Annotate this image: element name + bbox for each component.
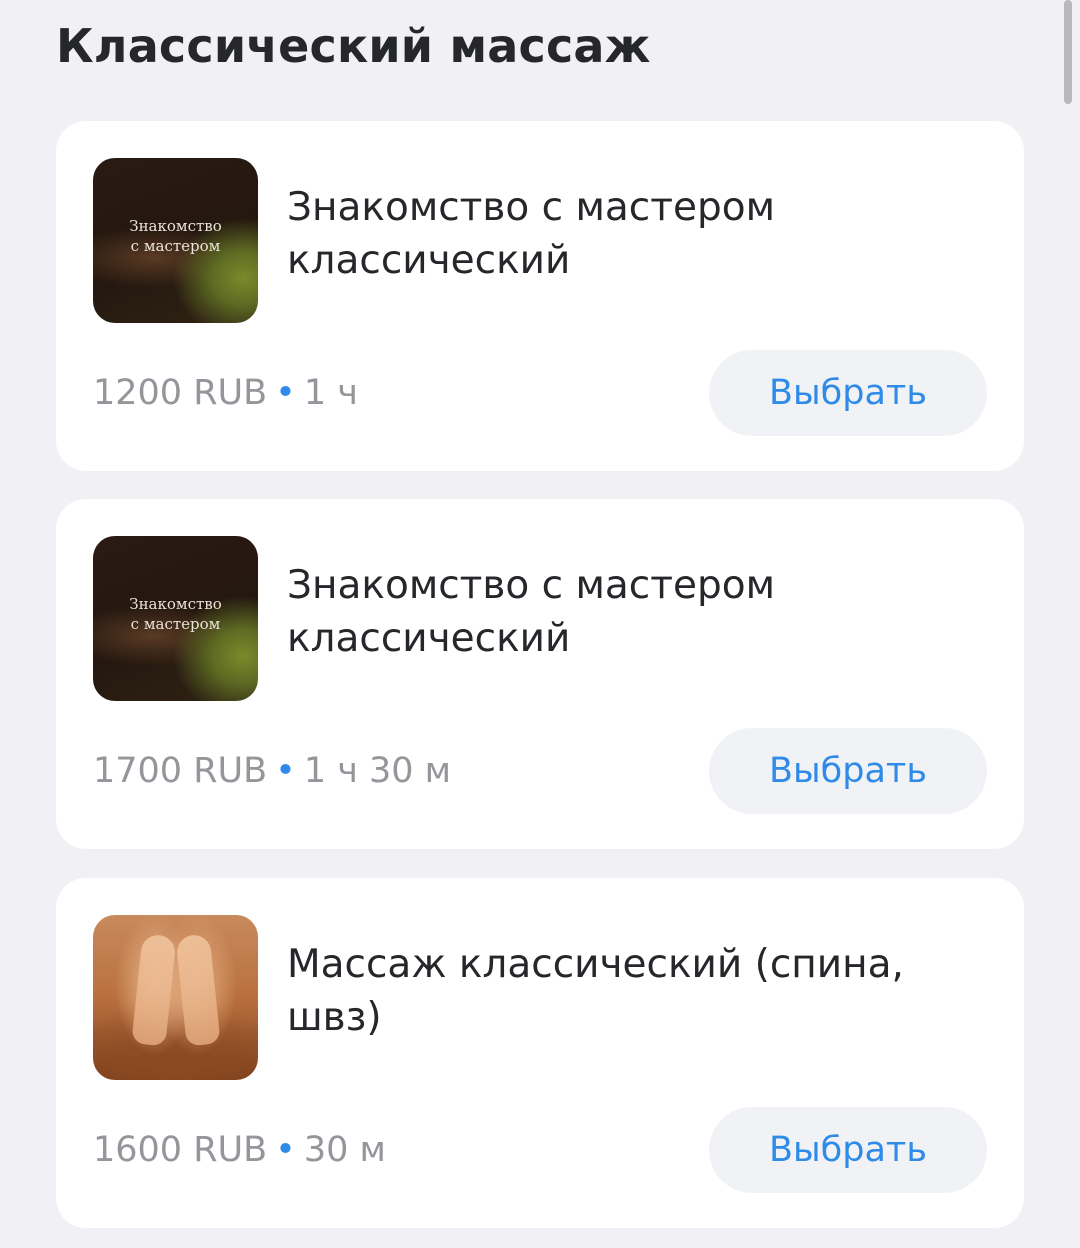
service-price: 1200 RUB: [93, 373, 268, 413]
choose-button[interactable]: Выбрать: [709, 728, 987, 814]
service-duration: 1 ч: [303, 373, 358, 413]
service-price: 1700 RUB: [93, 751, 268, 791]
section-title: Классический массаж: [56, 19, 651, 73]
service-card[interactable]: Массаж классический (спина, швз) 1600 RU…: [56, 878, 1024, 1228]
separator-dot: •: [275, 751, 296, 791]
service-meta: 1700 RUB • 1 ч 30 м: [93, 747, 451, 795]
thumbnail-caption: Знакомство с мастером: [129, 595, 222, 633]
service-price: 1600 RUB: [93, 1130, 268, 1170]
hand-shape: [131, 933, 177, 1047]
thumbnail-caption: Знакомство с мастером: [129, 217, 222, 255]
service-thumbnail: Знакомство с мастером: [93, 158, 258, 323]
service-name[interactable]: Массаж классический (спина, швз): [287, 938, 987, 1044]
service-thumbnail: [93, 915, 258, 1080]
hand-shape: [175, 933, 221, 1047]
separator-dot: •: [275, 373, 296, 413]
scrollbar[interactable]: [1064, 0, 1072, 104]
service-duration: 30 м: [303, 1130, 386, 1170]
service-card[interactable]: Знакомство с мастером Знакомство с масте…: [56, 121, 1024, 471]
service-thumbnail: Знакомство с мастером: [93, 536, 258, 701]
service-duration: 1 ч 30 м: [303, 751, 452, 791]
service-meta: 1200 RUB • 1 ч: [93, 369, 358, 417]
choose-button[interactable]: Выбрать: [709, 1107, 987, 1193]
service-name[interactable]: Знакомство с мастером классический: [287, 181, 987, 287]
separator-dot: •: [275, 1130, 296, 1170]
choose-button[interactable]: Выбрать: [709, 350, 987, 436]
service-name[interactable]: Знакомство с мастером классический: [287, 559, 987, 665]
service-meta: 1600 RUB • 30 м: [93, 1126, 386, 1174]
service-card[interactable]: Знакомство с мастером Знакомство с масте…: [56, 499, 1024, 849]
